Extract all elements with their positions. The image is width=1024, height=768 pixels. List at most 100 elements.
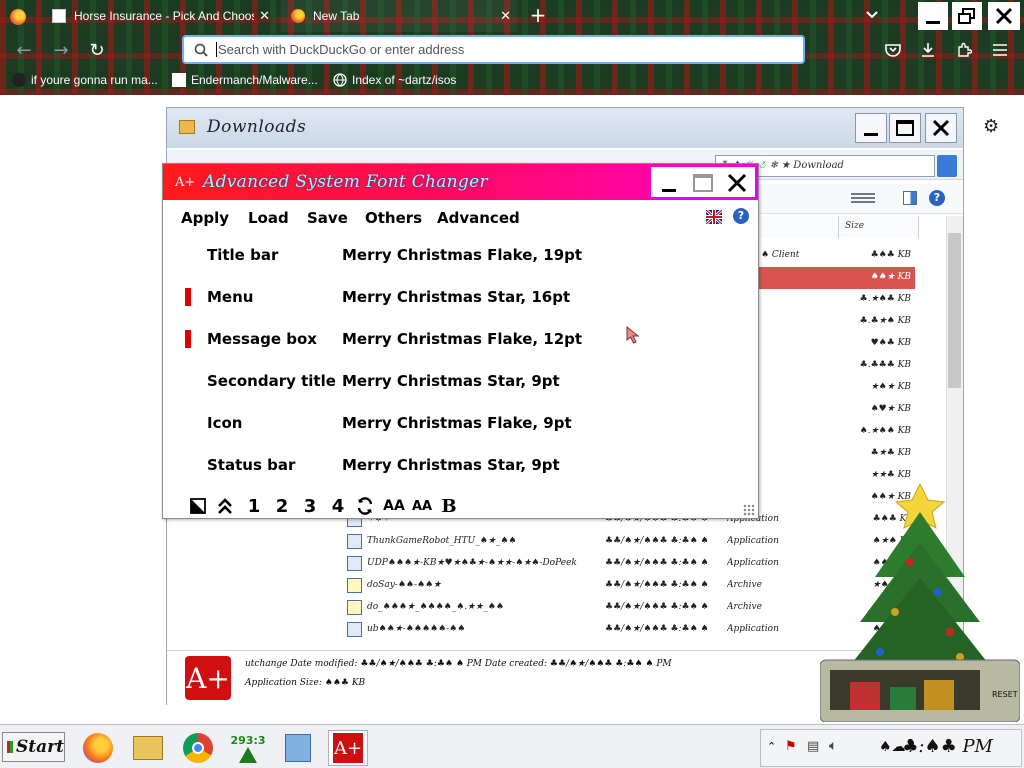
explorer-minimize-button[interactable] — [855, 113, 887, 143]
menu-apply[interactable]: Apply — [181, 209, 229, 227]
tab-horse-insurance[interactable]: Horse Insurance - Pick And Choos ✕ — [44, 0, 276, 32]
downloads-icon[interactable] — [918, 40, 938, 60]
list-item[interactable]: ♣.★♠♣ KB — [759, 289, 915, 311]
view-options-icon[interactable] — [851, 193, 875, 205]
list-item[interactable]: ♠♠★ KB — [759, 487, 915, 509]
table-row[interactable]: doSay-♠♠-♠♠★ ♣♣/♠★/♠♠♣ ♣:♣♠ ♠ Archive ★♠… — [343, 575, 913, 597]
font-row-icon[interactable]: Icon Merry Christmas Flake, 9pt — [163, 412, 758, 434]
bookmark-item[interactable]: if youre gonna run ma... — [12, 70, 158, 90]
column-header-size[interactable]: Size — [839, 216, 919, 238]
tray-expand-icon[interactable]: ⌃ — [767, 740, 776, 753]
file-name: UDP♠♠♠★-KB★♥★♠♣★-♠★★-♠★♠-DoPeek — [367, 558, 577, 568]
font-changer-maximize-button[interactable] — [687, 169, 719, 197]
help-icon[interactable]: ? — [929, 190, 945, 206]
file-name: doSay-♠♠-♠♠★ — [367, 580, 442, 590]
bold-button[interactable]: B — [439, 495, 459, 517]
preview-pane-icon[interactable] — [903, 191, 917, 205]
uk-flag-icon[interactable] — [705, 208, 723, 226]
extensions-icon[interactable] — [954, 40, 974, 60]
table-row[interactable]: UDP♠♠♠★-KB★♥★♠♣★-♠★★-♠★♠-DoPeek ♣♣/♠★/♠♠… — [343, 553, 913, 575]
taskbar-installer[interactable] — [278, 730, 318, 766]
contrast-icon[interactable] — [189, 495, 207, 517]
list-item[interactable]: ♠♥★ KB — [759, 399, 915, 421]
font-row-message-box[interactable]: Message box Merry Christmas Flake, 12pt — [163, 328, 758, 350]
restore-window-button[interactable] — [952, 2, 982, 30]
menu-advanced[interactable]: Advanced — [437, 209, 520, 227]
list-item[interactable]: ★♠★ KB — [759, 377, 915, 399]
explorer-close-button[interactable] — [925, 113, 957, 143]
refresh-icon[interactable] — [355, 495, 375, 517]
list-tabs-chevron-icon[interactable] — [863, 6, 881, 24]
font-row-value: Merry Christmas Flake, 9pt — [342, 414, 572, 432]
font-changer-titlebar[interactable]: A+ Advanced System Font Changer — [163, 164, 758, 200]
file-name: do_♠♠♠★_♠♠♠♠_♠.★★_♠♠ — [367, 602, 504, 612]
menu-save[interactable]: Save — [307, 209, 348, 227]
font-changer-close-button[interactable] — [721, 169, 753, 197]
reload-icon[interactable]: ↻ — [86, 40, 108, 61]
menu-load[interactable]: Load — [248, 209, 289, 227]
taskbar-firefox[interactable] — [78, 730, 118, 766]
explorer-search-button[interactable] — [937, 155, 957, 177]
cell-size: ♣.★♠♣ KB — [859, 294, 911, 304]
list-item-selected[interactable]: ♠♠★ KB — [759, 267, 915, 289]
minimize-window-button[interactable] — [918, 2, 948, 30]
cell-size: ♠♠★ KB — [870, 492, 911, 502]
clock[interactable]: ♣:♠♣ PM — [902, 736, 993, 757]
bookmark-item[interactable]: Endermanch/Malware... — [172, 70, 318, 90]
forward-arrow-icon[interactable]: → — [50, 40, 72, 61]
globe-icon — [333, 73, 347, 87]
list-item[interactable]: ♠.★♠♠ KB — [759, 421, 915, 443]
new-tab-button[interactable]: + — [527, 3, 549, 27]
preset-3-button[interactable]: 3 — [302, 495, 318, 517]
file-size: ★♠♠ KB — [872, 580, 913, 590]
back-arrow-icon[interactable]: ← — [13, 40, 35, 61]
list-item[interactable]: ♣★♣ KB — [759, 443, 915, 465]
file-name: ub♠♠★-♠♠♠♠♠-♠♠ — [367, 624, 466, 634]
font-size-small-button[interactable]: AA — [411, 495, 433, 517]
flag-icon[interactable]: ⚑ — [785, 739, 797, 754]
scrollbar-thumb[interactable] — [948, 233, 961, 388]
list-item[interactable]: ♥♠♣ KB — [759, 333, 915, 355]
close-tab-icon[interactable]: ✕ — [500, 8, 511, 24]
tab-new-tab[interactable]: New Tab ✕ — [281, 0, 517, 32]
list-item[interactable]: ♣.♣★♠ KB — [759, 311, 915, 333]
double-chevron-up-icon[interactable] — [215, 495, 235, 517]
help-icon[interactable]: ? — [733, 208, 749, 224]
font-row-title-bar[interactable]: Title bar Merry Christmas Flake, 19pt — [163, 244, 758, 266]
menu-others[interactable]: Others — [365, 209, 422, 227]
font-row-status-bar[interactable]: Status bar Merry Christmas Star, 9pt — [163, 454, 758, 476]
taskbar-file-explorer[interactable] — [128, 730, 168, 766]
volume-icon[interactable]: 🔈︎ — [829, 738, 837, 754]
font-size-large-button[interactable]: AA — [383, 495, 405, 517]
firefox-menu-icon[interactable] — [8, 7, 28, 27]
table-row[interactable]: ThunkGameRobot_HTU_♠★_♠♠ ♣♣/♠★/♠♠♣ ♣:♣♠ … — [343, 531, 913, 553]
bookmark-item[interactable]: Index of ~dartz/isos — [333, 70, 456, 90]
taskbar-counter-app[interactable]: 293:3 — [228, 730, 268, 766]
close-tab-icon[interactable]: ✕ — [259, 8, 270, 24]
taskbar-font-changer[interactable]: A+ — [328, 730, 368, 766]
settings-gear-icon[interactable]: ⚙ — [983, 116, 1003, 137]
column-header[interactable] — [759, 216, 839, 238]
explorer-maximize-button[interactable] — [889, 113, 921, 143]
taskbar-chrome[interactable] — [178, 730, 218, 766]
table-row[interactable]: do_♠♠♠★_♠♠♠♠_♠.★★_♠♠ ♣♣/♠★/♠♠♣ ♣:♣♠ ♠ Ar… — [343, 597, 913, 619]
menu-hamburger-icon[interactable] — [990, 40, 1010, 60]
list-item[interactable]: ♠ Client ♣♠♣ KB — [759, 245, 915, 267]
address-bar[interactable]: Search with DuckDuckGo or enter address — [182, 35, 805, 64]
pocket-icon[interactable] — [883, 40, 903, 60]
start-button[interactable]: Start — [2, 732, 65, 762]
close-window-button[interactable] — [988, 2, 1020, 30]
list-item[interactable]: ★★♣ KB — [759, 465, 915, 487]
font-changer-minimize-button[interactable] — [653, 169, 685, 197]
list-item[interactable]: ♣.♣♣♣ KB — [759, 355, 915, 377]
font-row-menu[interactable]: Menu Merry Christmas Star, 16pt — [163, 286, 758, 308]
tree-small-icon — [239, 746, 257, 763]
font-row-secondary-title[interactable]: Secondary title Merry Christmas Star, 9p… — [163, 370, 758, 392]
preset-1-button[interactable]: 1 — [246, 495, 262, 517]
preset-2-button[interactable]: 2 — [274, 495, 290, 517]
taskbar: Start 293:3 A+ ⌃ ⚑ ▤ 🔈︎ ♠☁♣ ♣:♠♣ PM — [0, 724, 1024, 768]
network-icon[interactable]: ▤ — [807, 739, 819, 754]
preset-4-button[interactable]: 4 — [330, 495, 346, 517]
table-row[interactable]: ub♠♠★-♠♠♠♠♠-♠♠ ♣♣/♠★/♠♠♣ ♣:♣♠ ♠ Applicat… — [343, 619, 913, 641]
resize-grip-icon[interactable] — [743, 504, 755, 516]
